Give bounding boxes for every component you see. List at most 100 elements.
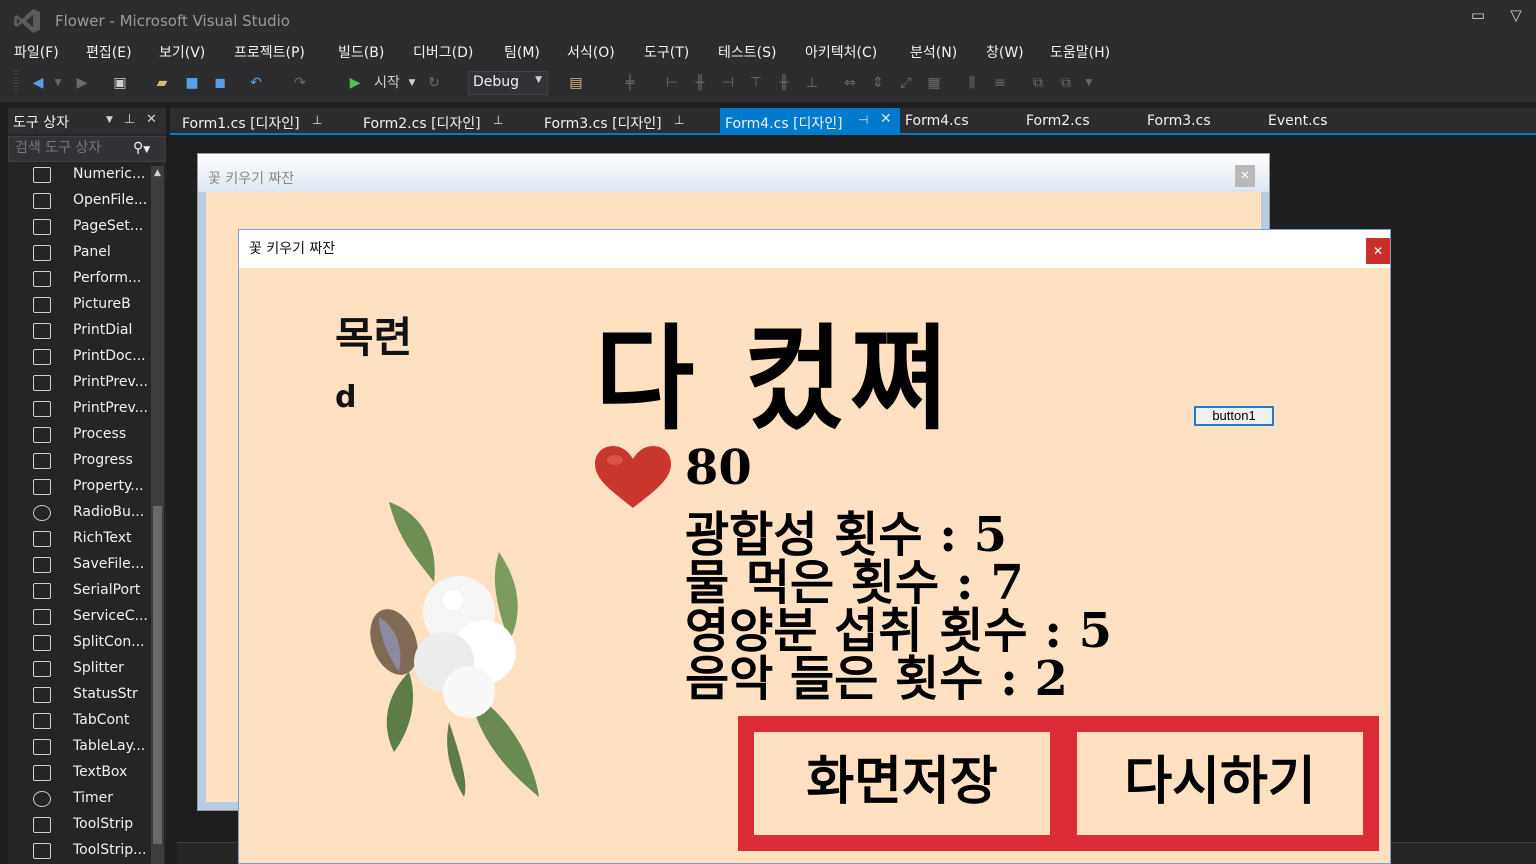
toolbox-item-textbox[interactable]: TextBox: [8, 760, 148, 786]
toolbox-item-performancecounter[interactable]: Perform...: [8, 266, 148, 292]
forward-icon[interactable]: ▶: [72, 73, 92, 93]
toolbox-item-radiobutton[interactable]: RadioBu...: [8, 500, 148, 526]
toolbox-item-toolstripcontainer[interactable]: ToolStrip...: [8, 838, 148, 864]
horizontal-spacing-icon[interactable]: ⫼: [962, 73, 982, 93]
pin-icon[interactable]: ⊣: [858, 113, 868, 127]
solution-configuration-select[interactable]: Debug ▼: [468, 71, 548, 95]
open-file-icon[interactable]: ▰: [152, 73, 172, 93]
toolbox-item-pagesetupdialog[interactable]: PageSet...: [8, 214, 148, 240]
toolbox-item-openfiledialog[interactable]: OpenFile...: [8, 188, 148, 214]
start-dropdown-icon[interactable]: ▼: [406, 73, 418, 93]
toolbox-item-tabcontrol[interactable]: TabCont: [8, 708, 148, 734]
menu-window[interactable]: 창(W): [986, 42, 1024, 62]
pin-icon[interactable]: ⊥: [493, 113, 503, 127]
pin-icon[interactable]: ⊥: [124, 112, 135, 127]
menu-file[interactable]: 파일(F): [14, 42, 59, 62]
refresh-icon[interactable]: ↻: [424, 73, 444, 93]
toolbox-search[interactable]: ⚲▼: [8, 136, 166, 162]
redo-icon[interactable]: ↷: [290, 73, 310, 93]
toolbox-item-printdialog[interactable]: PrintDial: [8, 318, 148, 344]
menu-view[interactable]: 보기(V): [159, 42, 205, 62]
menu-build[interactable]: 빌드(B): [338, 42, 384, 62]
button1[interactable]: button1: [1194, 406, 1274, 426]
align-top-icon[interactable]: ⊤: [746, 73, 766, 93]
menu-project[interactable]: 프로젝트(P): [234, 42, 305, 62]
pin-icon[interactable]: ⊥: [312, 113, 322, 127]
toolbox-item-splitcontainer[interactable]: SplitCon...: [8, 630, 148, 656]
toolbox-item-servicecontroller[interactable]: ServiceC...: [8, 604, 148, 630]
send-to-back-icon[interactable]: ⧉: [1056, 73, 1076, 93]
align-icon[interactable]: ╪: [620, 73, 640, 93]
toolbox-item-richtextbox[interactable]: RichText: [8, 526, 148, 552]
tab-form3-code[interactable]: Form3.cs: [1135, 108, 1255, 133]
toolbox-item-numericupdown[interactable]: Numeric...: [8, 162, 148, 188]
toolbox-item-printdocument[interactable]: PrintDoc...: [8, 344, 148, 370]
menu-tools[interactable]: 도구(T): [644, 42, 689, 62]
toolbox-item-picturebox[interactable]: PictureB: [8, 292, 148, 318]
menu-edit[interactable]: 편집(E): [86, 42, 132, 62]
make-same-height-icon[interactable]: ⇕: [868, 73, 888, 93]
tab-form4-code[interactable]: Form4.cs: [893, 108, 1013, 133]
close-icon[interactable]: ✕: [880, 111, 892, 127]
new-project-icon[interactable]: ▣: [110, 73, 130, 93]
toolbox-item-timer[interactable]: Timer: [8, 786, 148, 812]
make-same-size-icon[interactable]: ⤢: [896, 73, 916, 93]
notification-filter-icon[interactable]: ▽: [1506, 6, 1526, 24]
save-icon[interactable]: ■: [182, 73, 202, 93]
toolbar-overflow-icon[interactable]: ▼: [1082, 73, 1096, 93]
toolbox-item-savefiledialog[interactable]: SaveFile...: [8, 552, 148, 578]
menu-architecture[interactable]: 아키텍처(C): [805, 42, 877, 62]
tab-event-code[interactable]: Event.cs: [1256, 108, 1376, 133]
menu-analyze[interactable]: 분석(N): [910, 42, 957, 62]
align-bottom-icon[interactable]: ⊥: [802, 73, 822, 93]
size-to-grid-icon[interactable]: ▦: [924, 73, 944, 93]
toolbox-item-panel[interactable]: Panel: [8, 240, 148, 266]
toolbox-item-tablelayoutpanel[interactable]: TableLay...: [8, 734, 148, 760]
align-left-icon[interactable]: ⊢: [662, 73, 682, 93]
make-same-width-icon[interactable]: ⇔: [840, 73, 860, 93]
menu-team[interactable]: 팀(M): [504, 42, 540, 62]
align-center-icon[interactable]: ╫: [690, 73, 710, 93]
scrollbar-thumb[interactable]: [153, 506, 162, 844]
find-in-files-icon[interactable]: ▤: [566, 73, 586, 93]
toolbox-item-progressbar[interactable]: Progress: [8, 448, 148, 474]
toolbox-item-serialport[interactable]: SerialPort: [8, 578, 148, 604]
toolbox-scrollbar[interactable]: ▲: [151, 166, 164, 864]
start-button-label[interactable]: 시작: [370, 73, 404, 93]
menu-test[interactable]: 테스트(S): [718, 42, 776, 62]
window-position-dropdown-icon[interactable]: ▼: [106, 115, 113, 125]
feedback-icon[interactable]: ▭: [1468, 6, 1488, 24]
back-dropdown-icon[interactable]: ▼: [52, 73, 64, 93]
bring-to-front-icon[interactable]: ⧉: [1028, 73, 1048, 93]
undo-icon[interactable]: ↶: [246, 73, 266, 93]
search-icon[interactable]: ⚲▼: [133, 140, 150, 156]
close-icon[interactable]: ✕: [1366, 238, 1390, 264]
close-icon[interactable]: ✕: [1235, 165, 1255, 187]
toolbox-item-toolstrip[interactable]: ToolStrip: [8, 812, 148, 838]
align-middle-icon[interactable]: ╫: [774, 73, 794, 93]
menu-format[interactable]: 서식(O): [567, 42, 615, 62]
toolbox-item-propertygrid[interactable]: Property...: [8, 474, 148, 500]
menu-debug[interactable]: 디버그(D): [413, 42, 473, 62]
toolbox-item-process[interactable]: Process: [8, 422, 148, 448]
tab-form2-design[interactable]: Form2.cs [디자인] ⊥: [351, 108, 531, 133]
toolbox-item-splitter[interactable]: Splitter: [8, 656, 148, 682]
vertical-spacing-icon[interactable]: ≡: [990, 73, 1010, 93]
scroll-up-icon[interactable]: ▲: [151, 168, 164, 178]
save-screen-button[interactable]: 화면저장: [738, 716, 1066, 851]
toolbox-item-statusstrip[interactable]: StatusStr: [8, 682, 148, 708]
tab-form3-design[interactable]: Form3.cs [디자인] ⊥: [532, 108, 712, 133]
toolbox-search-input[interactable]: [15, 140, 125, 156]
start-icon[interactable]: ▶: [346, 73, 364, 93]
menu-help[interactable]: 도움말(H): [1050, 42, 1110, 62]
toolbox-item-printpreviewdialog[interactable]: PrintPrev...: [8, 396, 148, 422]
tab-form1-design[interactable]: Form1.cs [디자인] ⊥: [170, 108, 350, 133]
tab-form2-code[interactable]: Form2.cs: [1014, 108, 1134, 133]
save-all-icon[interactable]: ◼: [210, 73, 230, 93]
close-icon[interactable]: ✕: [146, 112, 157, 127]
toolbar-grip[interactable]: [14, 71, 18, 95]
toolbox-item-printpreviewcontrol[interactable]: PrintPrev...: [8, 370, 148, 396]
tab-form4-design[interactable]: Form4.cs [디자인] ⊣ ✕: [720, 108, 900, 133]
pin-icon[interactable]: ⊥: [674, 113, 684, 127]
retry-button[interactable]: 다시하기: [1061, 716, 1379, 851]
